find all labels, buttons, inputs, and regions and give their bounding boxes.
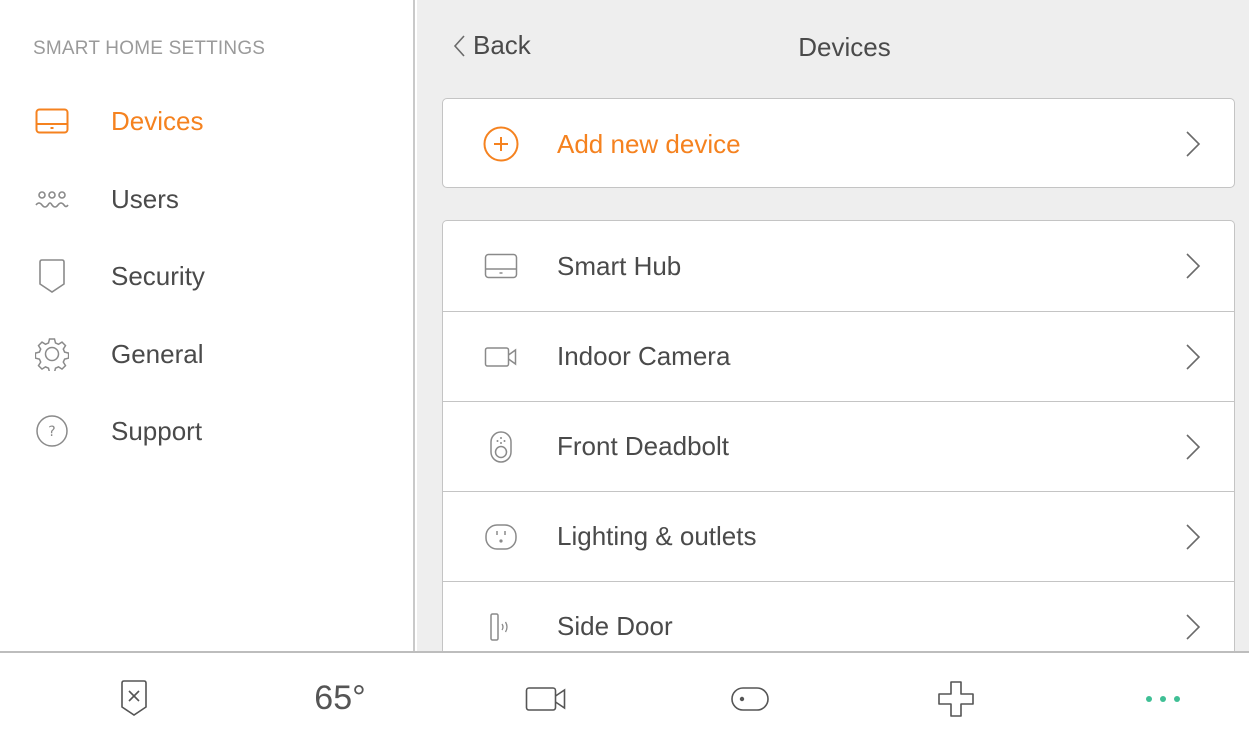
more-button[interactable] [1103, 653, 1223, 742]
device-row-side-door[interactable]: Side Door [443, 581, 1234, 651]
svg-text:?: ? [48, 424, 55, 440]
lock-button[interactable] [690, 653, 810, 742]
sidebar-heading: SMART HOME SETTINGS [33, 38, 266, 59]
sidebar-item-general[interactable]: General [0, 326, 413, 382]
shield-icon [34, 258, 70, 294]
chevron-right-icon [1186, 614, 1201, 640]
chevron-right-icon [1186, 253, 1201, 279]
sidebar-item-security[interactable]: Security [0, 248, 413, 304]
chevron-right-icon [1186, 434, 1201, 460]
shield-x-icon [121, 679, 147, 716]
device-row-indoor-camera[interactable]: Indoor Camera [443, 311, 1234, 401]
add-device-card: Add new device [442, 98, 1235, 188]
sidebar-item-users[interactable]: Users [0, 171, 413, 227]
device-label: Lighting & outlets [557, 521, 757, 551]
hub-icon [481, 246, 521, 286]
sidebar: SMART HOME SETTINGS Devices Users Securi… [0, 0, 415, 651]
add-device-label: Add new device [557, 128, 741, 159]
sidebar-item-label: Security [111, 260, 205, 291]
add-button[interactable] [896, 653, 1016, 742]
sidebar-item-label: Support [111, 415, 203, 446]
device-list: Smart Hub Indoor Camera Front Deadbolt L… [442, 220, 1235, 651]
door-sensor-icon [481, 607, 521, 647]
device-label: Front Deadbolt [557, 431, 729, 461]
device-row-lighting-outlets[interactable]: Lighting & outlets [443, 491, 1234, 581]
plus-circle-icon [481, 124, 521, 164]
sidebar-item-support[interactable]: ? Support [0, 403, 413, 459]
sidebar-item-label: Devices [111, 105, 204, 136]
camera-icon [481, 337, 521, 377]
chevron-right-icon [1186, 131, 1201, 157]
camera-button[interactable] [486, 653, 606, 742]
device-label: Side Door [557, 611, 673, 641]
plus-icon [938, 680, 974, 717]
more-dots-icon [1146, 695, 1180, 702]
deadbolt-icon [481, 427, 521, 467]
page-title: Devices [798, 32, 891, 62]
gear-icon [34, 336, 70, 372]
device-label: Smart Hub [557, 250, 682, 281]
add-device-button[interactable]: Add new device [443, 99, 1234, 189]
help-icon: ? [34, 413, 70, 449]
users-icon [34, 181, 70, 217]
sidebar-item-label: Users [111, 183, 179, 214]
security-status-button[interactable] [74, 653, 194, 742]
sidebar-item-label: General [111, 338, 204, 369]
temperature-readout: 65° [314, 679, 366, 717]
device-row-front-deadbolt[interactable]: Front Deadbolt [443, 401, 1234, 491]
chevron-right-icon [1186, 344, 1201, 370]
thermostat-button[interactable]: 65° [280, 653, 400, 742]
main-panel: Back Devices Add new device Smart Hub In… [417, 0, 1249, 651]
device-row-smart-hub[interactable]: Smart Hub [443, 221, 1234, 311]
hub-icon [34, 103, 70, 139]
toggle-icon [731, 686, 769, 711]
camera-icon [525, 686, 566, 711]
bottom-toolbar: 65° [0, 651, 1249, 742]
sidebar-item-devices[interactable]: Devices [0, 93, 413, 149]
chevron-right-icon [1186, 524, 1201, 550]
device-label: Indoor Camera [557, 341, 731, 371]
outlet-icon [481, 517, 521, 557]
